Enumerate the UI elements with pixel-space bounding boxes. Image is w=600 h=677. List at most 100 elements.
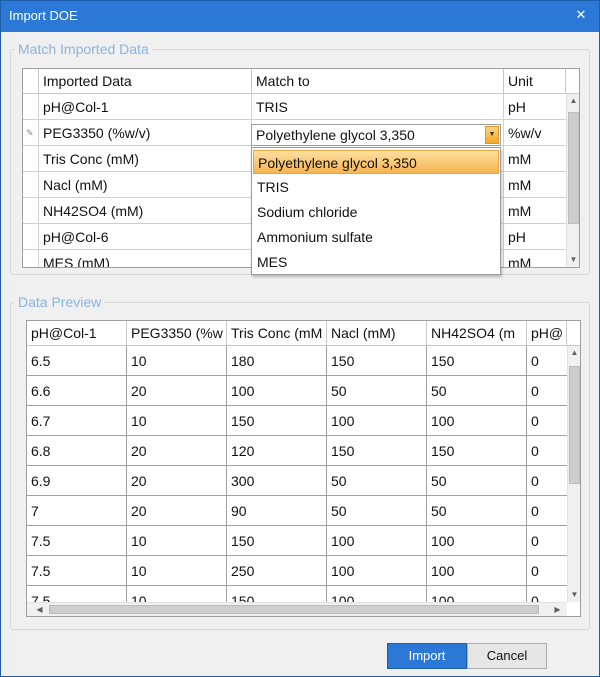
scroll-up-icon[interactable]: ▲ xyxy=(567,94,579,108)
preview-cell: 100 xyxy=(331,413,355,429)
preview-cell: 50 xyxy=(431,383,447,399)
preview-group-legend: Data Preview xyxy=(15,294,105,310)
row-edit-icon xyxy=(23,198,39,224)
preview-cell: 0 xyxy=(531,473,539,489)
unit-cell[interactable]: mM xyxy=(504,198,566,224)
dropdown-option[interactable]: Sodium chloride xyxy=(253,200,499,224)
unit-cell[interactable]: %w/v xyxy=(504,120,566,146)
preview-cell: 7.5 xyxy=(31,563,51,579)
match-to-dropdown-list: Polyethylene glycol 3,350 TRIS Sodium chlo… xyxy=(251,147,501,275)
column-header-match-to[interactable]: Match to xyxy=(252,69,504,93)
column-divider xyxy=(226,346,227,602)
combobox-value: Polyethylene glycol 3,350 xyxy=(256,127,415,143)
match-vertical-scrollbar[interactable]: ▲ ▼ xyxy=(566,94,579,267)
preview-cell: 6.7 xyxy=(31,413,51,429)
preview-cell: 50 xyxy=(331,503,347,519)
scroll-thumb[interactable] xyxy=(569,366,580,484)
preview-cell: 20 xyxy=(131,503,147,519)
preview-column-header[interactable]: NH42SO4 (m xyxy=(427,321,527,345)
scroll-right-icon[interactable]: ▶ xyxy=(551,603,564,616)
unit-cell[interactable]: mM xyxy=(504,146,566,172)
match-grid-header: Imported Data Match to Unit xyxy=(23,69,579,94)
row-edit-icon xyxy=(23,250,39,267)
preview-cell: 150 xyxy=(431,443,455,459)
preview-column-header[interactable]: pH@Col-1 xyxy=(27,321,127,345)
match-to-combobox[interactable]: Polyethylene glycol 3,350 ▼ xyxy=(251,124,501,146)
preview-cell: 0 xyxy=(531,413,539,429)
match-group-legend: Match Imported Data xyxy=(15,41,152,57)
preview-grid[interactable]: pH@Col-1 PEG3350 (%w Tris Conc (mM Nacl (mM… xyxy=(26,320,581,617)
dropdown-option[interactable]: Polyethylene glycol 3,350 xyxy=(253,150,499,174)
row-edit-icon xyxy=(23,172,39,198)
preview-column-header[interactable]: Nacl (mM) xyxy=(327,321,427,345)
preview-cell: 10 xyxy=(131,533,147,549)
preview-cell: 6.6 xyxy=(31,383,51,399)
horizontal-scroll-thumb[interactable] xyxy=(49,605,539,614)
unit-cell[interactable]: pH xyxy=(504,94,566,120)
column-divider xyxy=(526,346,527,602)
imported-data-cell: pH@Col-1 xyxy=(43,99,109,115)
unit-cell[interactable]: mM xyxy=(504,172,566,198)
preview-cell: 250 xyxy=(231,563,255,579)
preview-cell: 0 xyxy=(531,383,539,399)
preview-cell: 20 xyxy=(131,383,147,399)
scroll-down-icon[interactable]: ▼ xyxy=(567,253,579,267)
preview-cell: 6.9 xyxy=(31,473,51,489)
match-to-cell[interactable]: TRIS xyxy=(252,94,504,120)
column-divider xyxy=(503,94,504,267)
unit-cell[interactable]: mM xyxy=(504,250,566,267)
cancel-button[interactable]: Cancel xyxy=(467,643,547,669)
chevron-down-icon[interactable]: ▼ xyxy=(485,126,499,144)
dropdown-option[interactable]: Ammonium sulfate xyxy=(253,225,499,249)
preview-cell: 150 xyxy=(331,443,355,459)
row-header-corner xyxy=(23,69,39,93)
preview-cell: 10 xyxy=(131,563,147,579)
preview-cell: 100 xyxy=(431,413,455,429)
preview-cell: 120 xyxy=(231,443,255,459)
preview-cell: 100 xyxy=(431,533,455,549)
column-header-imported-data[interactable]: Imported Data xyxy=(39,69,252,93)
preview-cell: 6.5 xyxy=(31,353,51,369)
column-divider xyxy=(326,346,327,602)
preview-grid-header: pH@Col-1 PEG3350 (%w Tris Conc (mM Nacl (mM… xyxy=(27,321,580,346)
preview-cell: 150 xyxy=(231,413,255,429)
import-doe-dialog: Import DOE ✕ Match Imported Data Importe… xyxy=(0,0,600,677)
import-button[interactable]: Import xyxy=(387,643,467,669)
preview-cell: 0 xyxy=(531,353,539,369)
preview-cell: 150 xyxy=(431,353,455,369)
preview-vertical-scrollbar[interactable]: ▲ ▼ xyxy=(567,346,580,602)
preview-cell: 6.8 xyxy=(31,443,51,459)
preview-column-header[interactable]: pH@ xyxy=(527,321,567,345)
row-edit-icon xyxy=(23,94,39,120)
unit-cell[interactable]: pH xyxy=(504,224,566,250)
preview-cell: 300 xyxy=(231,473,255,489)
preview-cell: 50 xyxy=(331,383,347,399)
preview-column-header[interactable]: PEG3350 (%w xyxy=(127,321,227,345)
imported-data-cell: pH@Col-6 xyxy=(43,229,109,245)
preview-cell: 0 xyxy=(531,563,539,579)
scroll-down-icon[interactable]: ▼ xyxy=(568,588,580,602)
preview-cell: 20 xyxy=(131,443,147,459)
scroll-thumb[interactable] xyxy=(568,112,579,224)
preview-horizontal-scrollbar[interactable]: ◀ ▶ xyxy=(27,602,567,616)
row-edit-icon: ✎ xyxy=(26,128,34,138)
imported-data-cell: Tris Conc (mM) xyxy=(43,151,139,167)
imported-data-cell: NH42SO4 (mM) xyxy=(43,203,144,219)
scroll-up-icon[interactable]: ▲ xyxy=(568,346,580,360)
preview-cell: 100 xyxy=(431,563,455,579)
preview-cell: 50 xyxy=(331,473,347,489)
close-icon[interactable]: ✕ xyxy=(573,7,589,23)
preview-cell: 50 xyxy=(431,473,447,489)
preview-cell: 7 xyxy=(31,503,39,519)
preview-cell: 0 xyxy=(531,533,539,549)
scroll-left-icon[interactable]: ◀ xyxy=(33,603,46,616)
dropdown-option[interactable]: TRIS xyxy=(253,175,499,199)
column-divider xyxy=(426,346,427,602)
title-bar[interactable]: Import DOE ✕ xyxy=(1,1,599,32)
preview-column-header[interactable]: Tris Conc (mM xyxy=(227,321,327,345)
column-header-unit[interactable]: Unit xyxy=(504,69,566,93)
preview-cell: 100 xyxy=(331,533,355,549)
preview-cell: 10 xyxy=(131,413,147,429)
dropdown-option[interactable]: MES xyxy=(253,250,499,274)
preview-cell: 150 xyxy=(331,353,355,369)
